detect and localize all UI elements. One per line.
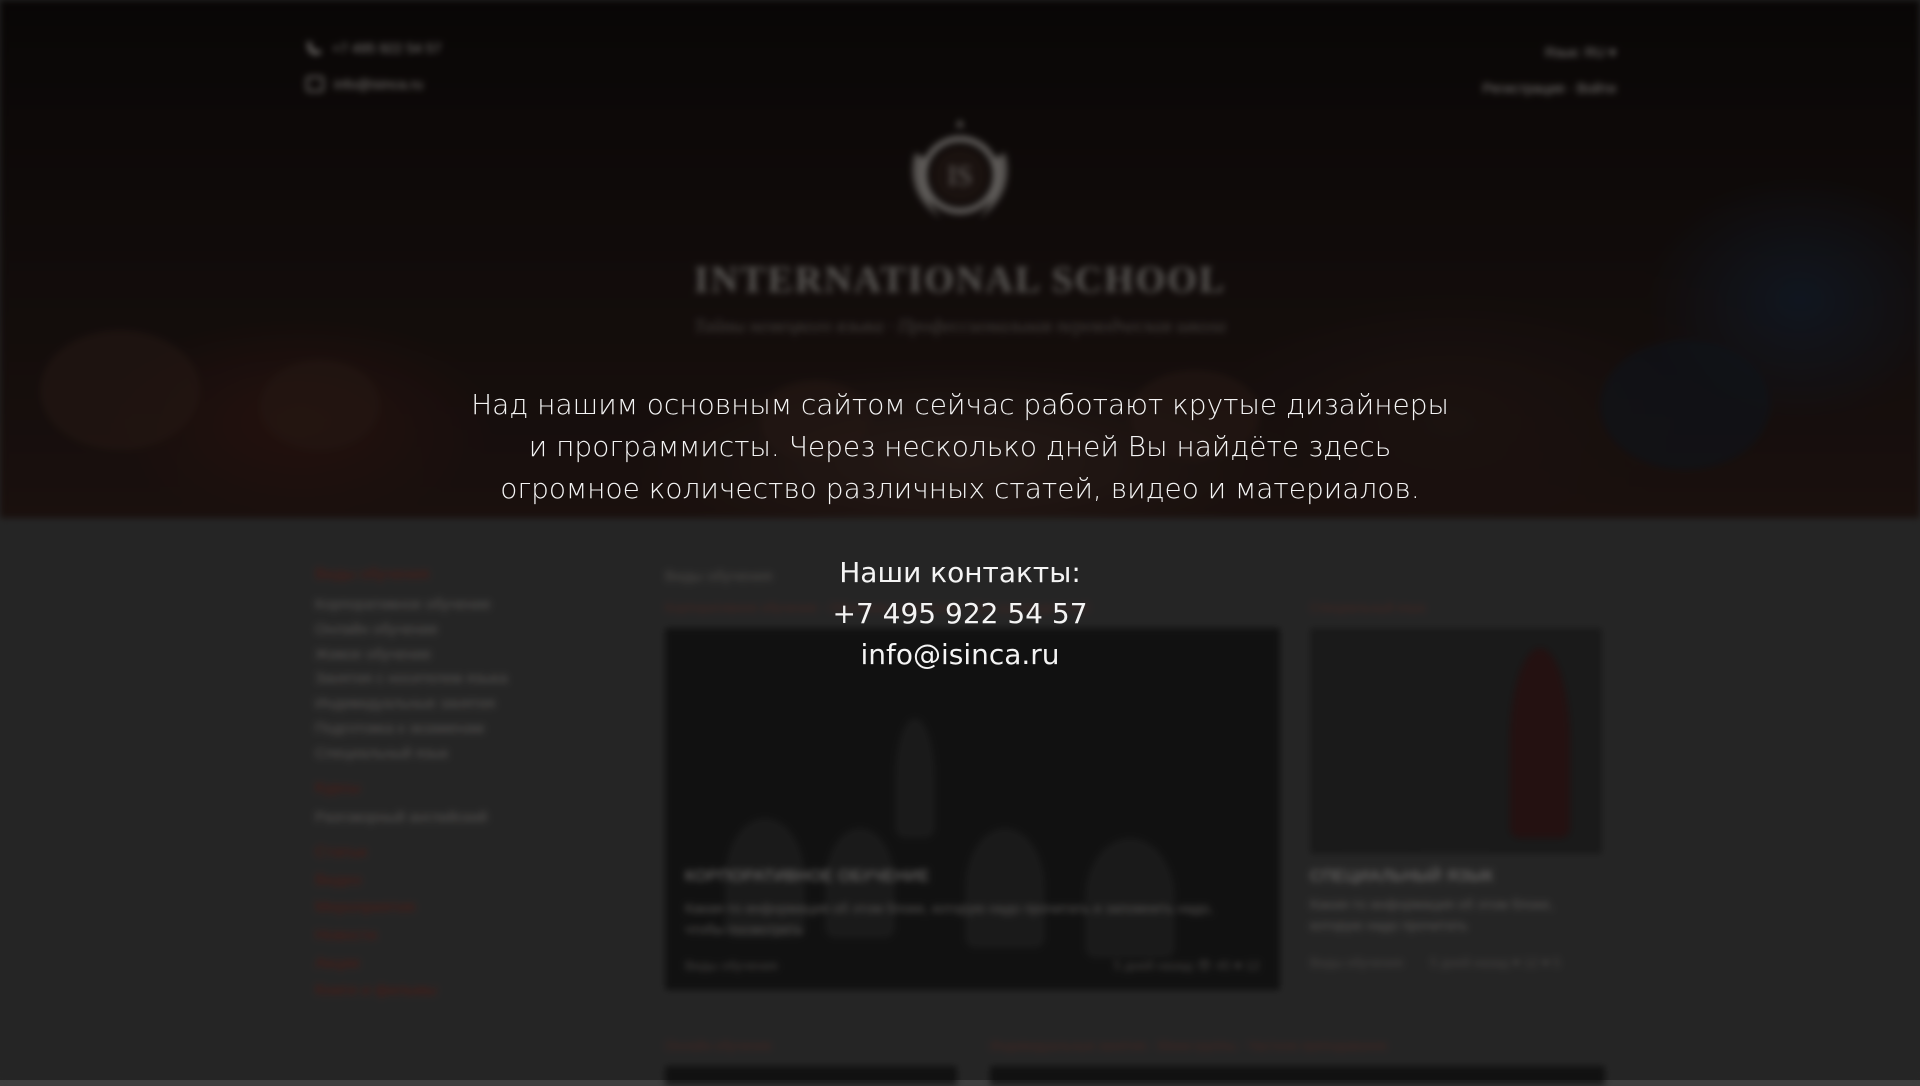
announcement-contacts: Наши контакты: +7 495 922 54 57 info@isi… (0, 552, 1920, 675)
dim-overlay (0, 0, 1920, 1080)
announcement-message: Над нашим основным сайтом сейчас работаю… (471, 388, 1449, 505)
contacts-phone[interactable]: +7 495 922 54 57 (0, 593, 1920, 634)
contacts-email[interactable]: info@isinca.ru (0, 634, 1920, 675)
contacts-label: Наши контакты: (839, 556, 1081, 589)
